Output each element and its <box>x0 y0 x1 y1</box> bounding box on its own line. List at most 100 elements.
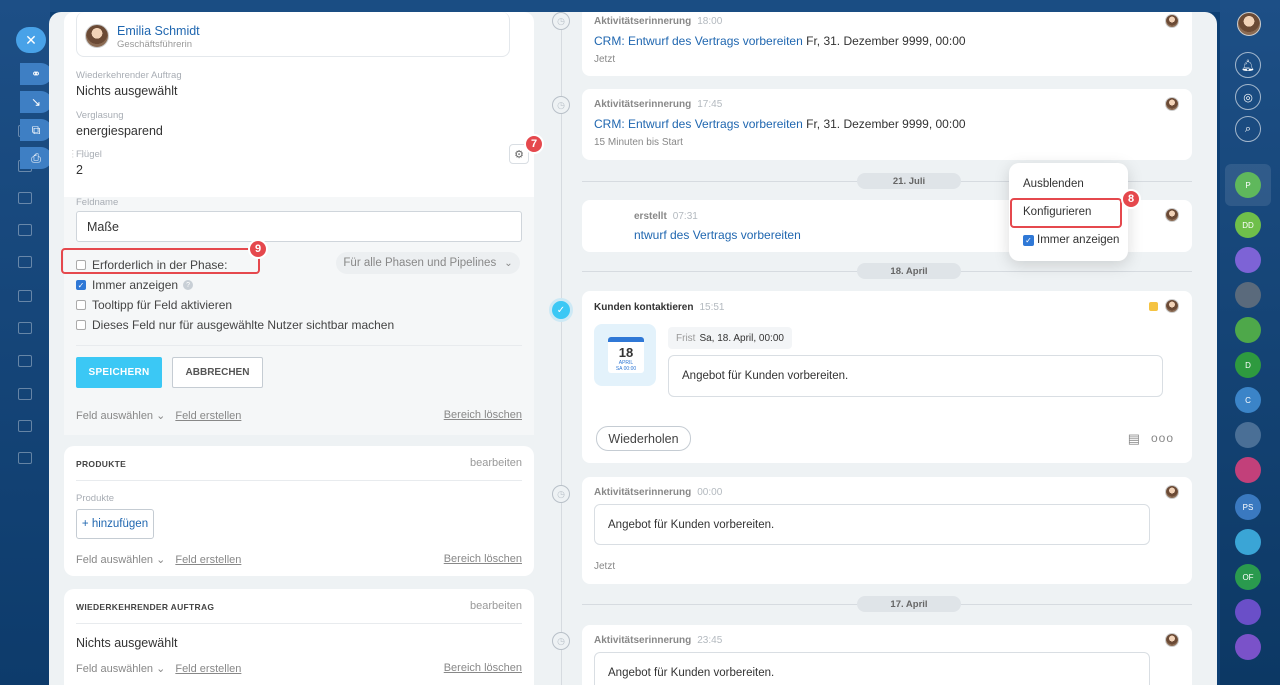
link-icon[interactable]: ⚭ <box>20 63 52 85</box>
item-title: Aktivitätserinnerung 00:00 <box>594 487 723 498</box>
phase-select[interactable]: Für alle Phasen und Pipelines ⌄ <box>336 252 520 274</box>
help-icon[interactable]: ? <box>183 280 194 290</box>
chat-avatar[interactable] <box>1235 529 1261 555</box>
crm-icon[interactable] <box>18 256 32 268</box>
cart-icon[interactable] <box>18 322 32 334</box>
avatar <box>1165 633 1179 647</box>
timeline-column: ◷ Aktivitätserinnerung 18:00 CRM: Entwurf… <box>545 12 1217 685</box>
create-field-link[interactable]: Feld erstellen <box>175 410 241 422</box>
chat-avatar[interactable]: OF <box>1235 564 1261 590</box>
chat-avatar[interactable]: C <box>1235 387 1261 413</box>
contact-name[interactable]: Emilia Schmidt <box>117 24 200 38</box>
reminder-text: Angebot für Kunden vorbereiten. <box>594 652 1150 685</box>
menu-item-always-show[interactable]: ✓ Immer anzeigen <box>1023 234 1119 246</box>
timeline-item: Aktivitätserinnerung 18:00 CRM: Entwurf d… <box>582 12 1192 76</box>
chat-avatar[interactable] <box>1235 422 1261 448</box>
section-footer: Feld auswählen ⌄ Feld erstellen <box>76 554 242 566</box>
contact-role: Geschäftsführerin <box>117 39 192 50</box>
docs-icon[interactable] <box>18 355 32 367</box>
chat-avatar[interactable] <box>1235 317 1261 343</box>
user-avatar[interactable] <box>1237 12 1261 36</box>
highlight-box <box>1010 198 1122 228</box>
chat-avatar[interactable] <box>1235 282 1261 308</box>
edit-link[interactable]: bearbeiten <box>470 600 522 612</box>
always-show-checkbox[interactable]: ✓ Immer anzeigen? <box>76 278 194 292</box>
cancel-button[interactable]: ABBRECHEN <box>172 357 263 388</box>
note-icon[interactable]: ▤ <box>1128 431 1140 447</box>
chat-avatar[interactable]: PS <box>1235 494 1261 520</box>
checkbox-box[interactable]: ✓ <box>1023 234 1034 246</box>
minimize-icon[interactable]: ↘ <box>20 91 52 113</box>
select-field-link[interactable]: Feld auswählen <box>76 663 153 675</box>
checkbox-box[interactable] <box>76 300 86 310</box>
flag-icon <box>1149 302 1158 311</box>
calendar-icon: 18 APRIL SA 00:00 <box>594 324 656 386</box>
item-title[interactable]: Kunden kontaktieren 15:51 <box>594 302 725 313</box>
section-title: PRODUKTE <box>76 459 127 469</box>
repeat-button[interactable]: Wiederholen <box>596 426 691 451</box>
products-card: PRODUKTE bearbeiten Produkte + hinzufüge… <box>64 446 534 576</box>
checkbox-icon[interactable] <box>18 192 32 204</box>
deadline-badge[interactable]: Frist Sa, 18. April, 00:00 <box>668 327 792 349</box>
chat-avatar[interactable] <box>1235 247 1261 273</box>
right-app-sidebar: 🔔︎ ◎ ⌕ P DD D C PS OF <box>1220 0 1280 685</box>
pen-icon[interactable] <box>18 290 32 302</box>
delete-section-link[interactable]: Bereich löschen <box>444 662 522 674</box>
clock-icon: ◷ <box>552 12 570 30</box>
item-link[interactable]: ntwurf des Vertrags vorbereiten <box>634 228 801 242</box>
field-name-input[interactable]: Maße <box>76 211 522 242</box>
field-editor: Feldname Maße Erforderlich in der Phase:… <box>61 197 534 435</box>
visibility-checkbox[interactable]: Dieses Feld nur für ausgewählte Nutzer s… <box>76 318 394 332</box>
chat-avatar[interactable] <box>1235 634 1261 660</box>
checkbox-box[interactable]: ✓ <box>76 280 86 290</box>
date-separator: 17. April <box>857 596 961 612</box>
item-link[interactable]: CRM: Entwurf des Vertrags vorbereiten Fr… <box>594 117 966 131</box>
tooltip-checkbox[interactable]: Tooltipp für Feld aktivieren <box>76 298 232 312</box>
create-field-link[interactable]: Feld erstellen <box>175 663 241 675</box>
monitor-icon[interactable] <box>18 388 32 400</box>
top-bar <box>50 0 1220 12</box>
products-label: Produkte <box>76 493 115 504</box>
chat-avatar[interactable]: P <box>1235 172 1261 198</box>
create-field-link[interactable]: Feld erstellen <box>175 554 241 566</box>
close-icon[interactable]: ✕ <box>16 27 46 53</box>
spiral-icon[interactable]: ◎ <box>1235 84 1261 110</box>
print-icon[interactable]: ⎙ <box>20 147 52 169</box>
contact-block[interactable]: Emilia Schmidt Geschäftsführerin <box>76 12 510 57</box>
timeline-item: Aktivitätserinnerung 17:45 CRM: Entwurf d… <box>582 89 1192 160</box>
add-product-button[interactable]: + hinzufügen <box>76 509 154 539</box>
more-icon[interactable]: ooo <box>1151 431 1174 445</box>
chat-avatar[interactable]: DD <box>1235 212 1261 238</box>
chat-avatar[interactable] <box>1235 599 1261 625</box>
new-window-icon[interactable]: ⧉ <box>20 119 52 141</box>
step-badge: 7 <box>524 134 544 154</box>
field-name-label: Feldname <box>76 197 119 208</box>
item-subtext: Jetzt <box>594 54 616 65</box>
bell-icon[interactable]: 🔔︎ <box>1235 52 1261 78</box>
select-field-link[interactable]: Feld auswählen <box>76 554 153 566</box>
mail-icon[interactable] <box>18 224 32 236</box>
divider <box>76 623 522 624</box>
chat-avatar[interactable] <box>1235 457 1261 483</box>
timeline-item: Aktivitätserinnerung 23:45 Angebot für Ku… <box>582 625 1192 685</box>
edit-link[interactable]: bearbeiten <box>470 457 522 469</box>
avatar <box>1165 299 1179 313</box>
filter-icon[interactable] <box>18 420 32 432</box>
section-footer: Feld auswählen ⌄ Feld erstellen <box>76 663 242 675</box>
chat-avatar[interactable]: D <box>1235 352 1261 378</box>
checkbox-box[interactable] <box>76 320 86 330</box>
calendar-icon[interactable] <box>18 452 32 464</box>
step-badge: 8 <box>1121 189 1141 209</box>
select-field-link[interactable]: Feld auswählen <box>76 410 153 422</box>
field-label: Wiederkehrender Auftrag <box>76 70 182 81</box>
search-icon[interactable]: ⌕ <box>1235 116 1261 142</box>
field-label: Flügel <box>76 149 102 160</box>
save-button[interactable]: SPEICHERN <box>76 357 162 388</box>
checkbox-label: Dieses Feld nur für ausgewählte Nutzer s… <box>92 318 395 332</box>
clock-icon: ◷ <box>552 96 570 114</box>
delete-section-link[interactable]: Bereich löschen <box>444 553 522 565</box>
activity-description[interactable]: Angebot für Kunden vorbereiten. <box>668 355 1163 397</box>
menu-item-hide[interactable]: Ausblenden <box>1023 178 1084 190</box>
item-link[interactable]: CRM: Entwurf des Vertrags vorbereiten Fr… <box>594 34 966 48</box>
delete-section-link[interactable]: Bereich löschen <box>444 409 522 421</box>
